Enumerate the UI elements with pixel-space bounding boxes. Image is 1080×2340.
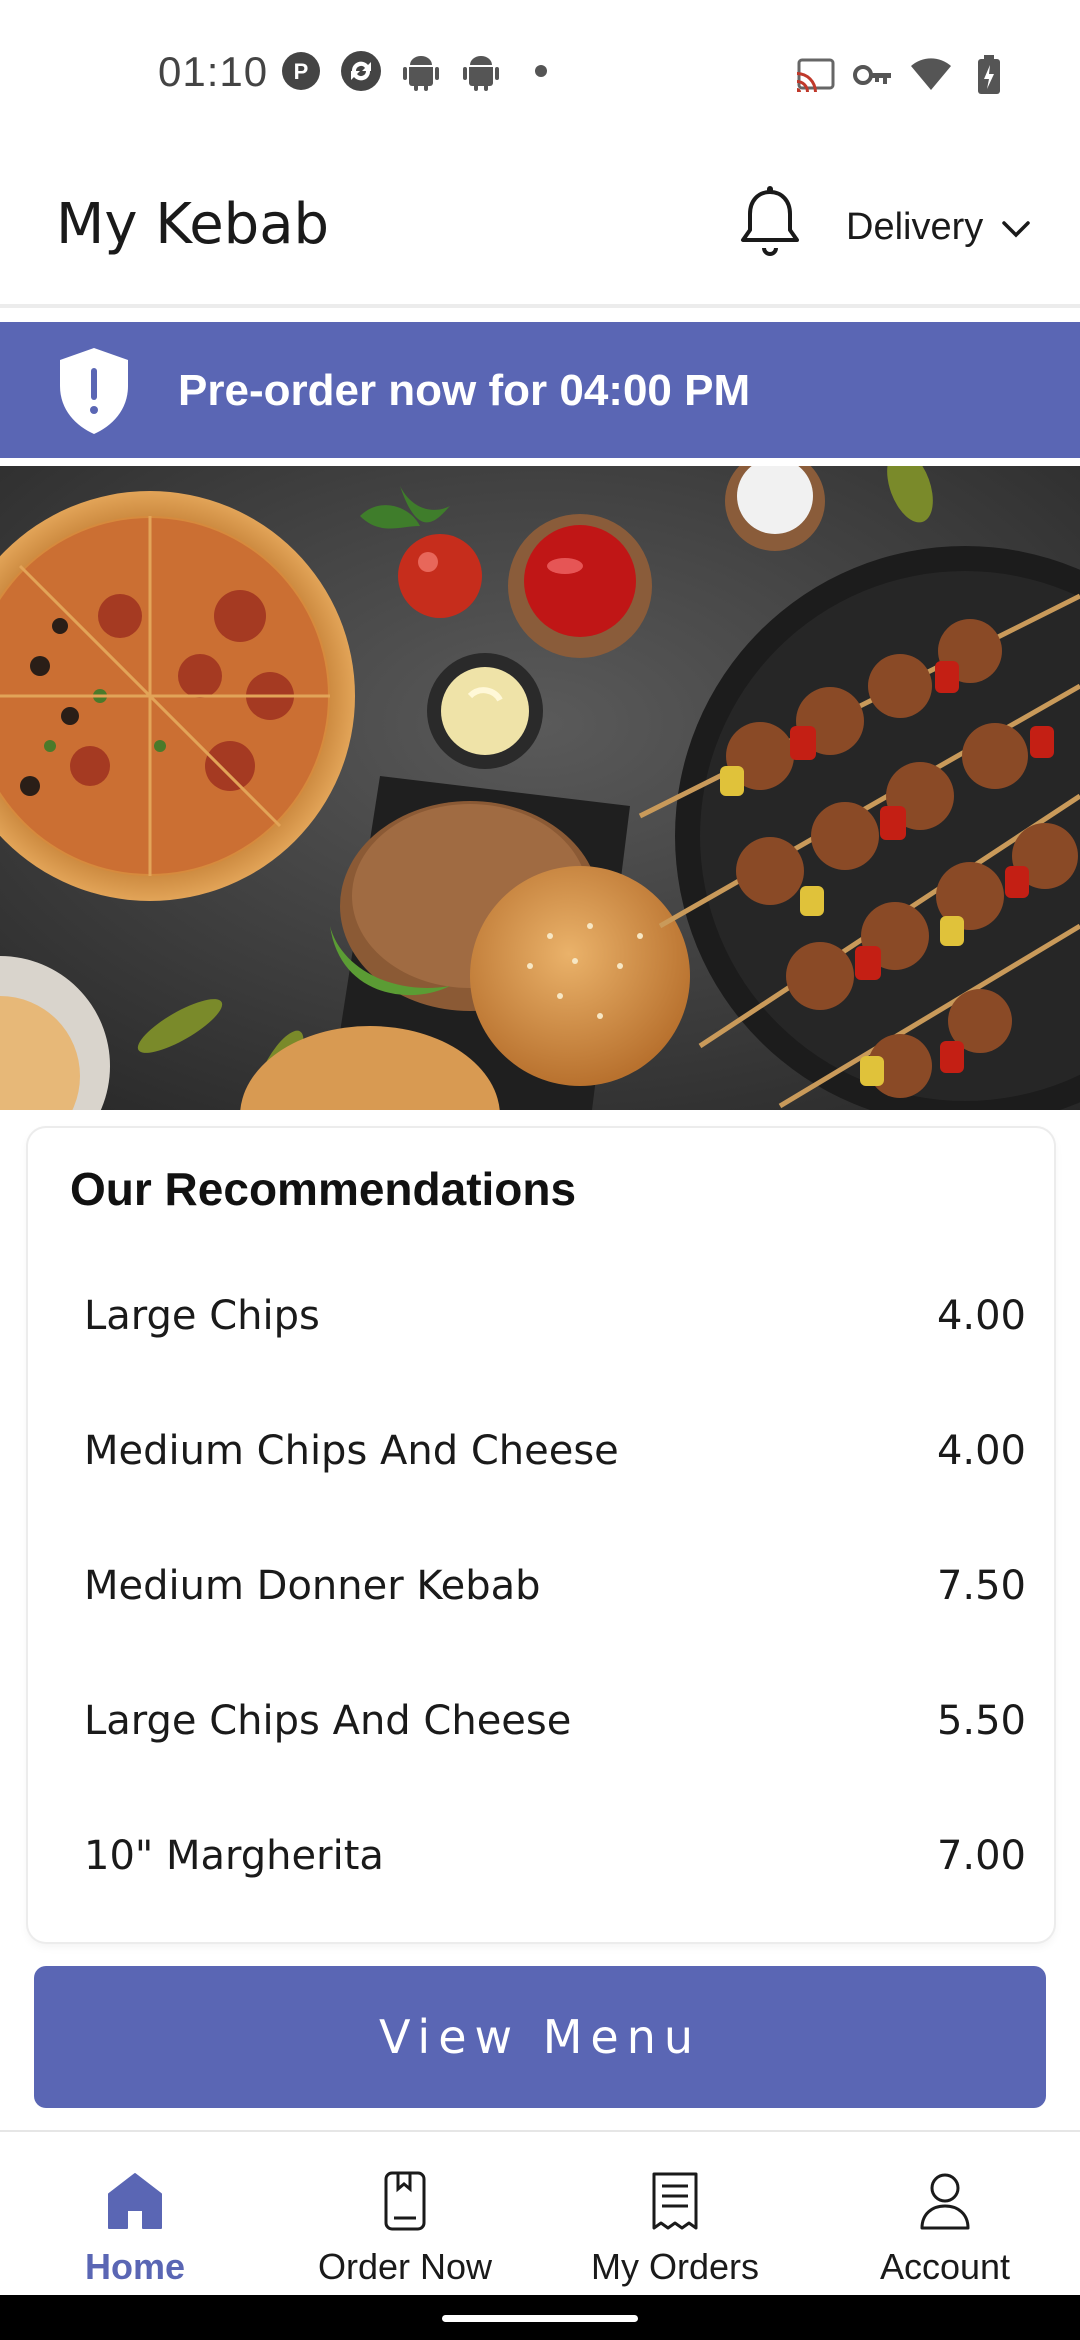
p-circle-icon: P [280,50,322,92]
status-bar: 01:10 P [0,0,1080,150]
item-price: 4.00 [936,1292,1026,1339]
nav-item-account[interactable]: Account [810,2132,1080,2295]
status-icons-right [794,54,1010,96]
status-icons-left: P [280,50,562,92]
item-price: 4.00 [936,1427,1026,1474]
app-title: My Kebab [56,192,330,257]
svg-text:P: P [294,59,309,84]
delivery-selector[interactable]: Delivery [846,206,1031,249]
android-icon [400,50,442,92]
item-price: 7.50 [936,1562,1026,1609]
dot-icon [520,50,562,92]
view-menu-button[interactable]: View Menu [34,1966,1046,2108]
recommendation-item[interactable]: Large Chips And Cheese 5.50 [84,1653,1026,1788]
item-name: Medium Donner Kebab [84,1562,541,1609]
receipt-icon [644,2170,706,2232]
home-icon [104,2170,166,2232]
nav-item-order-now[interactable]: Order Now [270,2132,540,2295]
item-name: Medium Chips And Cheese [84,1427,619,1474]
nav-label-order-now: Order Now [317,2246,493,2287]
item-name: Large Chips And Cheese [84,1697,572,1744]
system-navigation-bar [0,2295,1080,2340]
battery-charging-icon [968,54,1010,96]
item-price: 7.00 [936,1832,1026,1879]
android-icon [460,50,502,92]
preorder-banner[interactable]: Pre-order now for 04:00 PM [0,322,1080,458]
sync-circle-icon [340,50,382,92]
shield-exclamation-icon [56,346,132,436]
recommendation-item[interactable]: Medium Donner Kebab 7.50 [84,1518,1026,1653]
vpn-key-icon [852,54,894,96]
bottom-nav: Home Order Now My Orders Account [0,2130,1080,2295]
nav-label-account: Account [879,2246,1011,2287]
nav-label-home: Home [84,2246,186,2287]
recommendation-item[interactable]: 10" Margherita 7.00 [84,1788,1026,1923]
chevron-down-icon [1001,206,1031,249]
banner-text: Pre-order now for 04:00 PM [178,366,751,415]
item-name: Large Chips [84,1292,320,1339]
recommendations-card: Our Recommendations Large Chips 4.00 Med… [28,1128,1054,1942]
nav-item-home[interactable]: Home [0,2132,270,2295]
cast-icon [794,54,836,96]
recommendation-item[interactable]: Large Chips 4.00 [84,1248,1026,1383]
wifi-icon [910,54,952,96]
recommendation-item[interactable]: Medium Chips And Cheese 4.00 [84,1383,1026,1518]
nav-item-my-orders[interactable]: My Orders [540,2132,810,2295]
item-name: 10" Margherita [84,1832,384,1879]
home-gesture-handle[interactable] [442,2315,638,2322]
app-header: My Kebab Delivery [0,150,1080,308]
delivery-label: Delivery [846,206,984,248]
person-icon [914,2170,976,2232]
bell-icon[interactable] [738,186,802,262]
recommendations-title: Our Recommendations [70,1163,577,1215]
status-time: 01:10 [158,48,269,95]
food-photo [0,466,1080,1110]
recommendations-list: Large Chips 4.00 Medium Chips And Cheese… [84,1248,1026,1923]
order-book-icon [374,2170,436,2232]
nav-label-my-orders: My Orders [590,2246,759,2287]
item-price: 5.50 [936,1697,1026,1744]
